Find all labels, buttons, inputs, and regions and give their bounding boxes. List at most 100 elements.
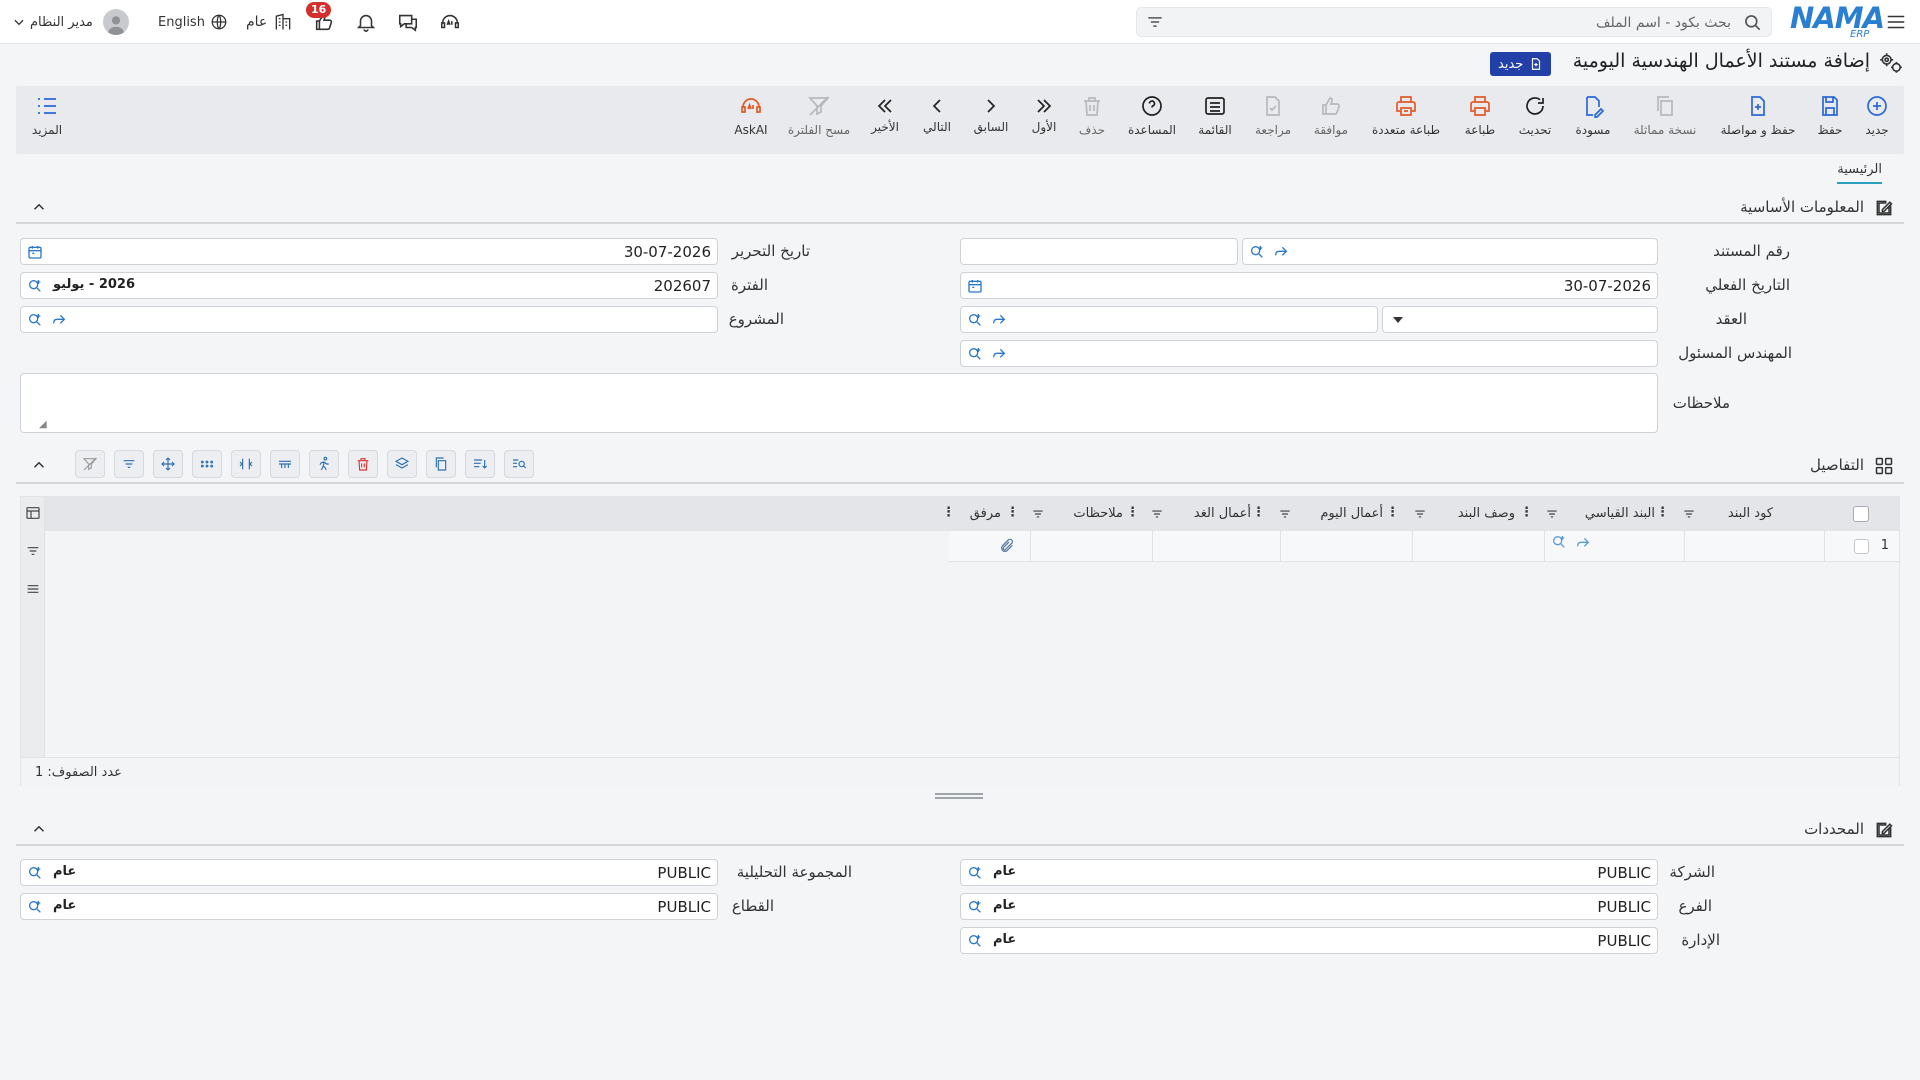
notes-textarea[interactable]: ◢ xyxy=(20,373,1658,433)
notes-cell[interactable] xyxy=(1031,531,1153,562)
grid-find-button[interactable] xyxy=(504,450,534,478)
column-header-notes[interactable]: ملاحظات xyxy=(1073,506,1123,521)
tab-main[interactable]: الرئيسية xyxy=(1837,162,1882,184)
review-button[interactable]: مراجعة xyxy=(1241,94,1305,137)
department-lookup[interactable]: PUBLIC عام xyxy=(960,927,1658,954)
approve-button[interactable]: موافقة xyxy=(1299,94,1363,137)
edit-date-field[interactable]: 30-07-2026 xyxy=(20,238,718,265)
collapse-chevron-icon[interactable] xyxy=(30,456,48,474)
item-description-cell[interactable] xyxy=(1413,531,1545,562)
ai-assistant-button[interactable] xyxy=(436,8,464,36)
doc-number-lookup[interactable] xyxy=(1242,238,1658,265)
user-menu[interactable]: مدير النظام xyxy=(12,8,129,36)
notifications-button[interactable] xyxy=(352,8,380,36)
resize-handle-icon[interactable]: ◢ xyxy=(39,419,47,430)
filter-icon[interactable] xyxy=(1545,507,1559,525)
column-menu-icon[interactable]: ⋮ xyxy=(1656,505,1669,520)
duplicate-button[interactable]: نسخة مماثلة xyxy=(1633,94,1697,137)
last-record-button[interactable]: الأخير xyxy=(853,94,917,134)
resize-splitter[interactable] xyxy=(935,793,983,799)
standard-item-cell[interactable] xyxy=(1545,531,1685,562)
filter-icon[interactable] xyxy=(1150,507,1164,525)
sector-lookup[interactable]: PUBLIC عام xyxy=(20,893,718,920)
column-menu-icon[interactable]: ⋮ xyxy=(1252,505,1265,520)
collapse-chevron-icon[interactable] xyxy=(30,820,48,838)
filter-icon[interactable] xyxy=(1413,507,1427,525)
share-arrow-icon[interactable] xyxy=(51,312,67,328)
today-work-cell[interactable] xyxy=(1281,531,1413,562)
search-plus-icon[interactable] xyxy=(967,312,983,328)
contract-lookup[interactable] xyxy=(960,306,1378,333)
branch-lookup[interactable]: PUBLIC عام xyxy=(960,893,1658,920)
project-lookup[interactable] xyxy=(20,306,718,333)
calendar-icon[interactable] xyxy=(27,244,43,260)
grid-delete-button[interactable] xyxy=(348,450,378,478)
filter-icon[interactable] xyxy=(25,543,41,563)
search-plus-icon[interactable] xyxy=(967,865,983,881)
save-button[interactable]: حفظ xyxy=(1798,94,1862,137)
share-arrow-icon[interactable] xyxy=(1575,535,1591,555)
column-header-standard-item[interactable]: البند القياسي xyxy=(1585,506,1655,521)
collapse-chevron-icon[interactable] xyxy=(30,198,48,216)
global-search[interactable] xyxy=(1136,7,1772,37)
column-header-item-code[interactable]: كود البند xyxy=(1728,506,1773,521)
search-plus-icon[interactable] xyxy=(1551,534,1567,554)
column-header-tomorrow-work[interactable]: أعمال الغد xyxy=(1194,506,1251,521)
dimensions-header[interactable]: المحددات xyxy=(16,812,1904,846)
basic-info-header[interactable]: المعلومات الأساسية xyxy=(16,190,1904,224)
grid-dots-button[interactable] xyxy=(192,450,222,478)
more-button[interactable]: المزيد xyxy=(15,94,79,137)
filter-icon[interactable] xyxy=(1031,507,1045,525)
row-checkbox[interactable] xyxy=(1854,539,1869,554)
grid-run-button[interactable] xyxy=(309,450,339,478)
company-lookup[interactable]: PUBLIC عام xyxy=(960,859,1658,886)
column-menu-icon[interactable]: ⋮ xyxy=(1520,505,1533,520)
actual-date-field[interactable]: 30-07-2026 xyxy=(960,272,1658,299)
search-plus-icon[interactable] xyxy=(27,312,43,328)
filter-icon[interactable] xyxy=(1145,12,1165,32)
search-input[interactable] xyxy=(1177,12,1731,34)
draft-button[interactable]: مسودة xyxy=(1561,94,1625,137)
column-menu-icon[interactable]: ⋮ xyxy=(1126,505,1139,520)
engineer-lookup[interactable] xyxy=(960,340,1658,367)
column-header-attachment[interactable]: مرفق xyxy=(970,506,1001,521)
period-field[interactable]: 202607 2026 - يوليو xyxy=(20,272,718,299)
clear-filter-button[interactable]: مسح الفلترة xyxy=(787,94,851,137)
column-header-today-work[interactable]: أعمال اليوم xyxy=(1320,506,1383,521)
save-continue-button[interactable]: حفظ و مواصلة xyxy=(1721,94,1795,137)
menu-lines-icon[interactable] xyxy=(25,581,41,601)
attachment-cell[interactable] xyxy=(949,531,1031,562)
column-header-item-description[interactable]: وصف البند xyxy=(1458,506,1515,521)
language-switch[interactable]: English xyxy=(158,8,228,36)
grid-sort-button[interactable] xyxy=(465,450,495,478)
paperclip-icon[interactable] xyxy=(999,538,1015,558)
column-menu-icon[interactable]: ⋮ xyxy=(942,505,955,520)
askai-button[interactable]: AskAI xyxy=(719,94,783,137)
filter-icon[interactable] xyxy=(1278,507,1292,525)
approvals-button[interactable]: 16 xyxy=(306,2,338,36)
grid-expand-button[interactable] xyxy=(231,450,261,478)
scope-switch[interactable]: عام xyxy=(246,8,293,36)
search-plus-icon[interactable] xyxy=(967,346,983,362)
calendar-icon[interactable] xyxy=(967,278,983,294)
search-plus-icon[interactable] xyxy=(27,278,43,294)
table-settings-icon[interactable] xyxy=(25,505,41,525)
search-plus-icon[interactable] xyxy=(1249,244,1265,260)
share-arrow-icon[interactable] xyxy=(991,346,1007,362)
doc-number-field[interactable] xyxy=(960,238,1238,265)
grid-clear-filter-button[interactable] xyxy=(75,450,105,478)
item-code-cell[interactable] xyxy=(1685,531,1825,562)
grid-layers-button[interactable] xyxy=(387,450,417,478)
grid-copy-button[interactable] xyxy=(426,450,456,478)
hamburger-menu-icon[interactable] xyxy=(1882,8,1910,36)
grid-move-button[interactable] xyxy=(153,450,183,478)
print-button[interactable]: طباعة xyxy=(1448,94,1512,137)
messages-button[interactable] xyxy=(394,8,422,36)
list-button[interactable]: القائمة xyxy=(1183,94,1247,137)
contract-type-select[interactable] xyxy=(1382,306,1658,333)
help-button[interactable]: المساعدة xyxy=(1120,94,1184,137)
multi-print-button[interactable]: طباعة متعددة xyxy=(1372,94,1440,137)
column-menu-icon[interactable]: ⋮ xyxy=(1006,505,1019,520)
grid-filter-button[interactable] xyxy=(114,450,144,478)
select-all-checkbox[interactable] xyxy=(1853,506,1869,522)
